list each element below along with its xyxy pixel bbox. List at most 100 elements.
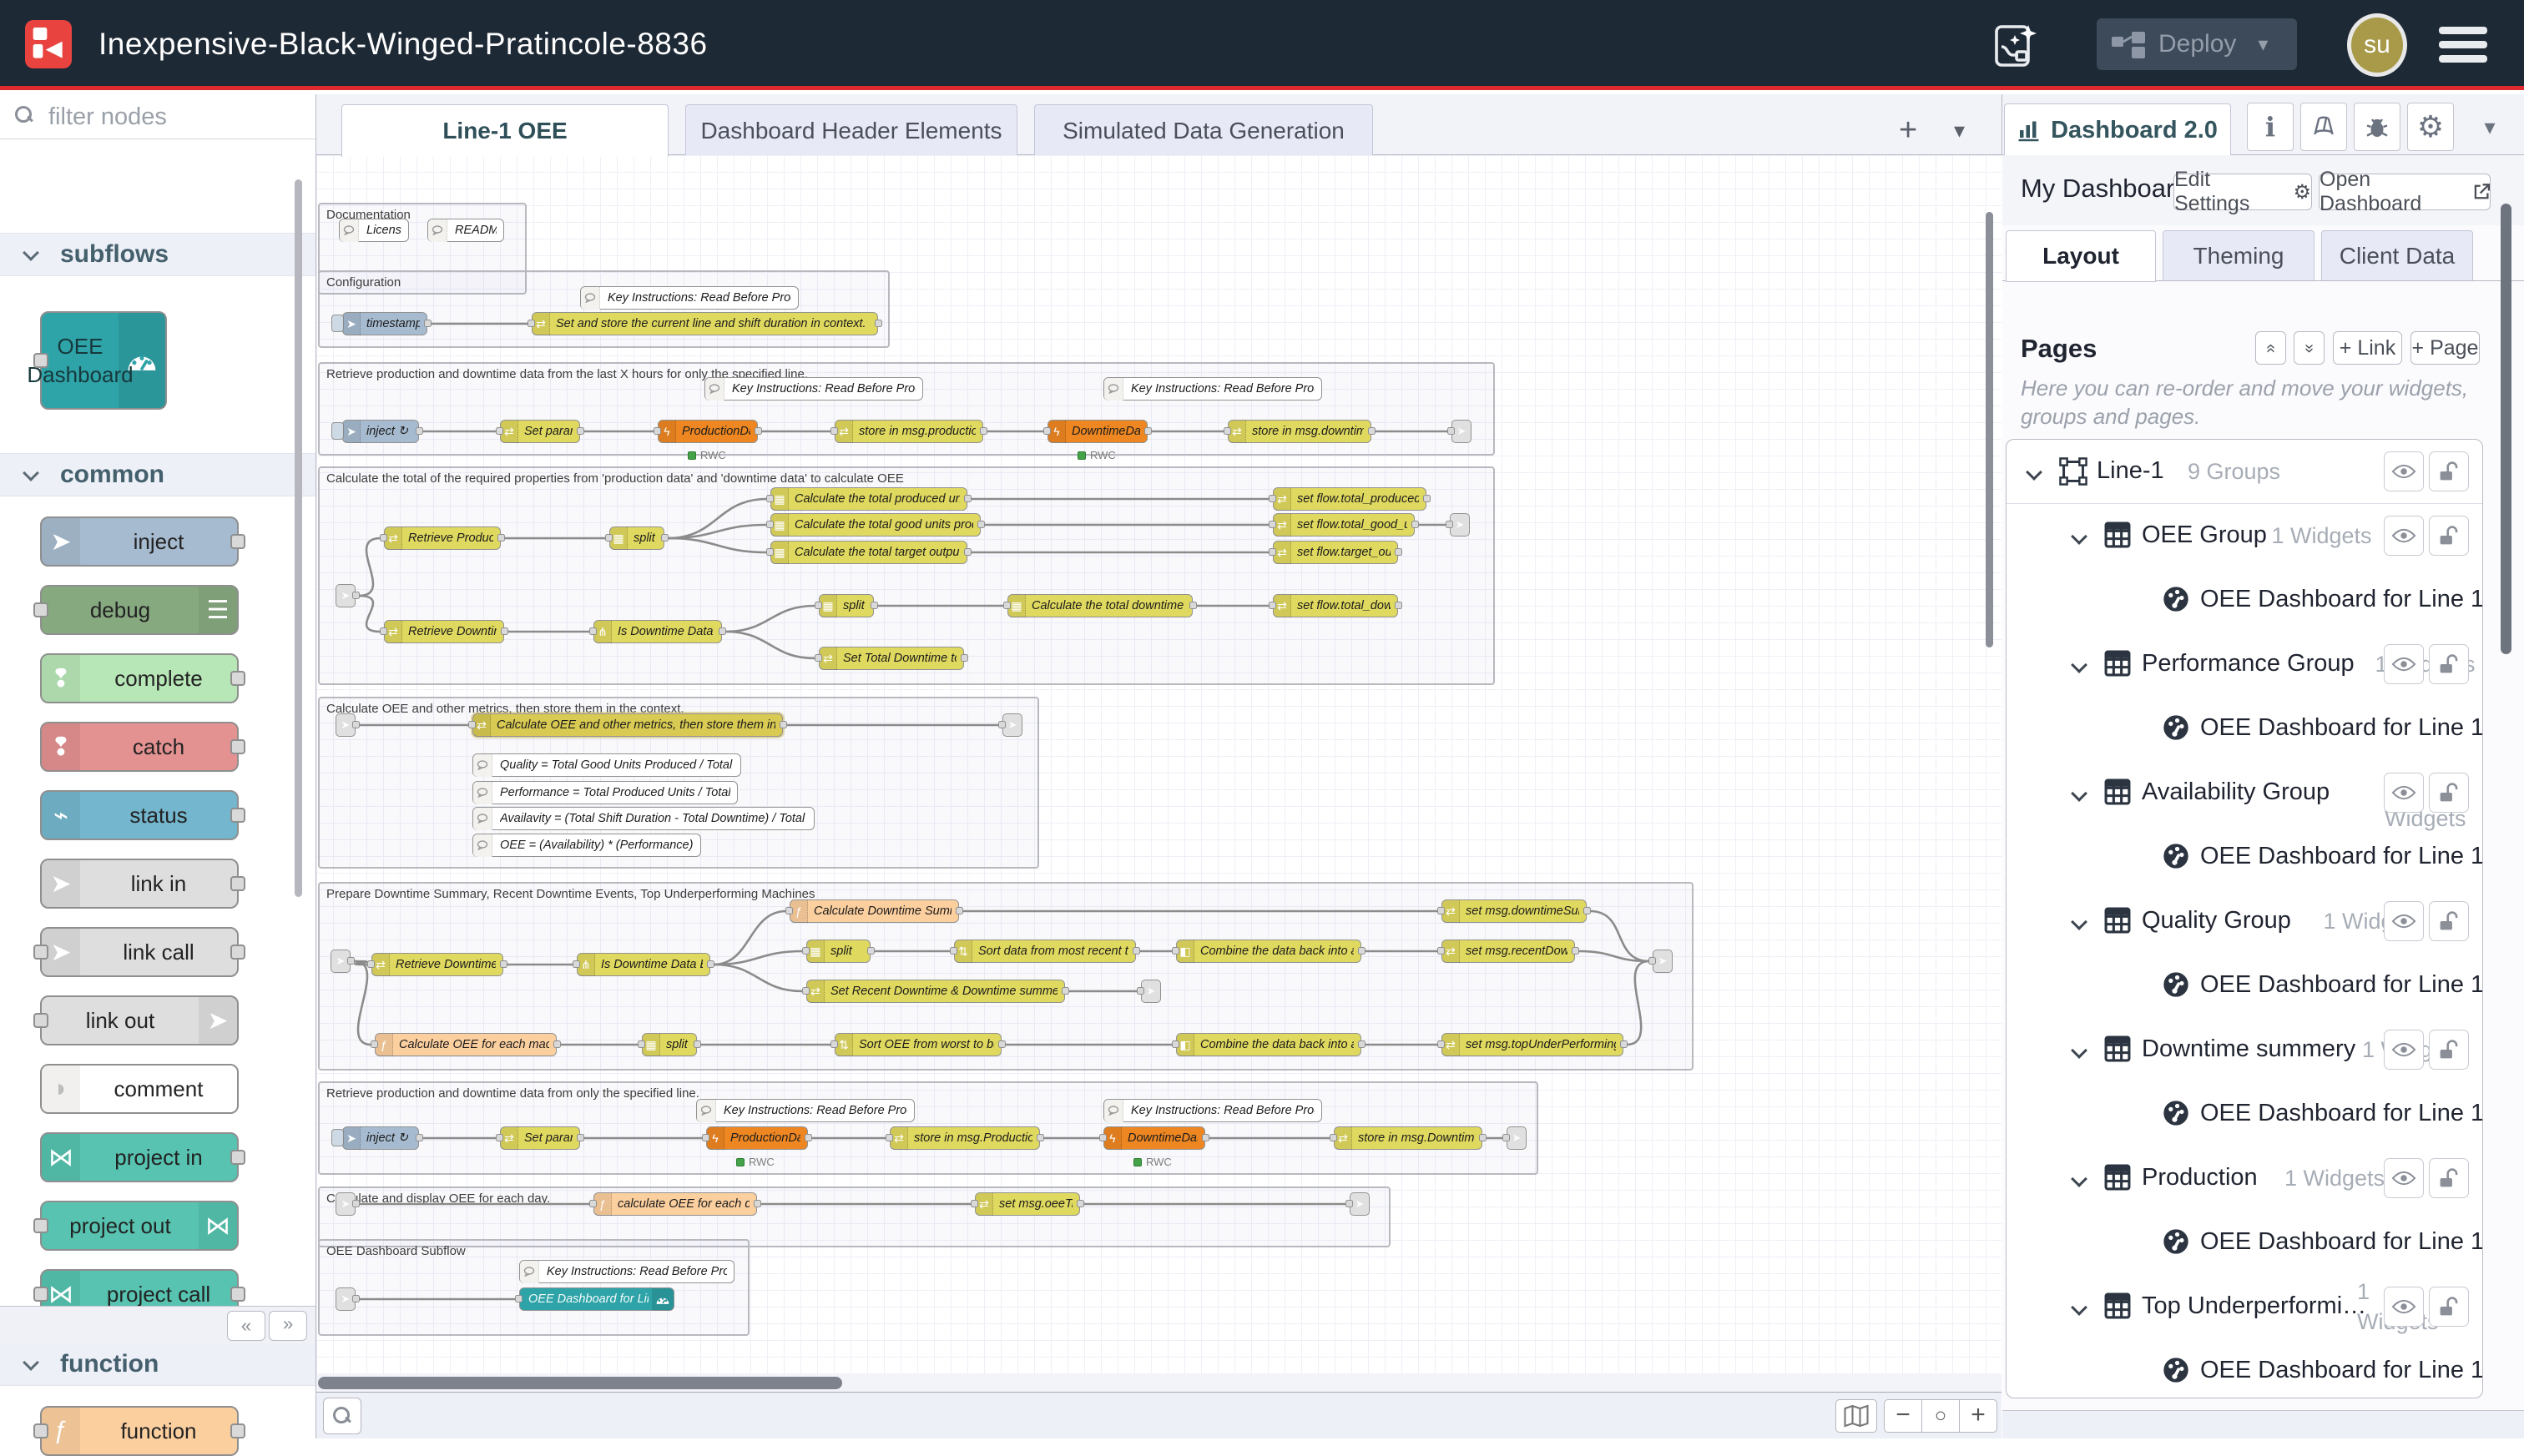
- node-output-port[interactable]: [497, 534, 505, 542]
- node-output-port[interactable]: [998, 1040, 1006, 1048]
- flow-node-function[interactable]: ƒCalculate Downtime Summery: [790, 899, 959, 923]
- node-output-port[interactable]: [424, 320, 432, 327]
- node-input-port[interactable]: [638, 1040, 645, 1048]
- link-out-node[interactable]: ➤: [1002, 713, 1022, 737]
- node-output-port[interactable]: [1583, 907, 1591, 914]
- tree-row-widget-2[interactable]: OEE Dashboard for Line 1: [2007, 568, 2482, 632]
- node-output-port[interactable]: [230, 534, 245, 549]
- flow-node-split[interactable]: ▦split: [819, 594, 874, 617]
- node-input-port[interactable]: [528, 320, 535, 327]
- node-input-port[interactable]: [371, 1040, 378, 1048]
- tree-row-group-11[interactable]: Production1 Widgets: [2007, 1146, 2482, 1211]
- tree-row-group-9[interactable]: Downtime summery1 Widgets: [2007, 1018, 2482, 1082]
- node-input-port[interactable]: [1003, 602, 1011, 609]
- tree-row-widget-6[interactable]: OEE Dashboard for Line 1: [2007, 825, 2482, 889]
- flow-node-change[interactable]: ⇄set flow.target_output: [1273, 541, 1398, 564]
- chevron-down-icon[interactable]: [2071, 528, 2087, 545]
- sidebar-caret-icon[interactable]: ▾: [2466, 103, 2513, 151]
- palette-section-common[interactable]: common: [0, 453, 316, 496]
- node-output-port[interactable]: [501, 627, 508, 635]
- node-output-port[interactable]: [719, 627, 726, 635]
- main-menu-icon[interactable]: [2439, 27, 2491, 63]
- node-input-port[interactable]: [605, 534, 613, 542]
- node-output-port[interactable]: [1620, 1040, 1628, 1048]
- flow-node-change[interactable]: ⇄store in msg.downtime_data: [1228, 420, 1371, 443]
- node-input-port[interactable]: [1269, 602, 1276, 609]
- flow-node-inject[interactable]: ➤inject ↻: [342, 420, 419, 443]
- flow-node-split[interactable]: ▦Calculate the total downtime duration: [1007, 594, 1193, 617]
- debug-sidebar-button[interactable]: [2354, 103, 2400, 151]
- flow-node-split[interactable]: ▦Calculate the total target output of to…: [770, 541, 967, 564]
- palette-filter[interactable]: filter nodes: [0, 94, 316, 139]
- flow-node-comment[interactable]: License: [339, 219, 409, 242]
- flow-node-inject[interactable]: ➤timestamp ↻: [342, 312, 427, 335]
- flow-node-change[interactable]: ⇄set flow.total_produced_units: [1273, 487, 1426, 511]
- flow-node-change[interactable]: ⇄Calculate OEE and other metrics, then s…: [472, 713, 783, 737]
- flow-node-orange[interactable]: ϟProductionData: [658, 420, 758, 443]
- link-in-node[interactable]: ➤: [336, 584, 356, 607]
- node-input-port[interactable]: [702, 1134, 709, 1141]
- lock-toggle-button[interactable]: [2429, 644, 2469, 684]
- node-input-port[interactable]: [1043, 427, 1051, 435]
- visibility-toggle-button[interactable]: [2384, 1158, 2424, 1198]
- node-output-port[interactable]: [230, 1150, 245, 1165]
- node-output-port[interactable]: [661, 534, 669, 542]
- node-input-port[interactable]: [1330, 1134, 1337, 1141]
- node-output-port[interactable]: [230, 1287, 245, 1302]
- palette-node-function[interactable]: ƒfunction: [40, 1406, 239, 1456]
- flow-node-switch[interactable]: ⋔Is Downtime Data Empty?: [577, 953, 710, 976]
- visibility-toggle-button[interactable]: [2384, 773, 2424, 813]
- node-input-port[interactable]: [33, 1423, 48, 1438]
- link-in-node[interactable]: ➤: [336, 1287, 356, 1311]
- node-output-port[interactable]: [694, 1040, 701, 1048]
- node-output-port[interactable]: [1479, 1134, 1487, 1141]
- visibility-toggle-button[interactable]: [2384, 451, 2424, 491]
- node-output-port[interactable]: [230, 808, 245, 823]
- user-avatar[interactable]: su: [2347, 13, 2407, 77]
- tree-row-group-5[interactable]: Availability Group1 Widgets: [2007, 761, 2482, 825]
- node-input-port[interactable]: [33, 602, 48, 617]
- node-input-port[interactable]: [815, 602, 822, 609]
- flow-node-change[interactable]: ⇄store in msg.ProductionData: [890, 1126, 1040, 1150]
- node-input-port[interactable]: [1437, 1040, 1445, 1048]
- node-port[interactable]: [1137, 987, 1144, 995]
- flow-node-comment[interactable]: OEE = (Availability) * (Performance) * (…: [472, 834, 701, 857]
- link-out-node[interactable]: ➤: [1141, 980, 1161, 1003]
- node-output-port[interactable]: [1202, 1134, 1209, 1141]
- flow-node-split[interactable]: ▦split: [609, 526, 664, 550]
- palette-node-inject[interactable]: ➤inject: [40, 516, 239, 567]
- node-port[interactable]: [347, 957, 355, 965]
- node-output-port[interactable]: [977, 521, 985, 528]
- node-output-port[interactable]: [707, 960, 714, 968]
- node-input-port[interactable]: [830, 427, 838, 435]
- tree-row-group-1[interactable]: OEE Group1 Widgets: [2007, 504, 2482, 568]
- flow-node-change[interactable]: ⇄set msg.downtimeSummery: [1441, 899, 1587, 923]
- node-output-port[interactable]: [961, 654, 968, 662]
- flow-node-change[interactable]: ⇄store in msg.production_data: [835, 420, 983, 443]
- node-output-port[interactable]: [230, 945, 245, 960]
- node-output-port[interactable]: [780, 721, 787, 728]
- node-input-port[interactable]: [33, 945, 48, 960]
- node-input-port[interactable]: [830, 1040, 838, 1048]
- flow-node-change[interactable]: ⇄Retrieve Downtime Data: [371, 953, 503, 976]
- node-output-port[interactable]: [553, 1040, 561, 1048]
- canvas-search-button[interactable]: [323, 1398, 361, 1434]
- visibility-toggle-button[interactable]: [2384, 1030, 2424, 1070]
- palette-scrollbar[interactable]: [295, 179, 302, 897]
- chevron-down-icon[interactable]: [2071, 1042, 2087, 1059]
- flow-node-inject[interactable]: ➤inject ↻: [342, 1126, 419, 1150]
- link-out-node[interactable]: ➤: [1451, 420, 1471, 443]
- palette-node-link-out[interactable]: ➤link out: [40, 995, 239, 1045]
- node-input-port[interactable]: [654, 427, 661, 435]
- tab-layout[interactable]: Layout: [2006, 230, 2156, 282]
- zoom-reset-button[interactable]: ○: [1921, 1399, 1960, 1433]
- inject-button[interactable]: [331, 315, 344, 332]
- flow-node-change[interactable]: ⇄Set params: [500, 1126, 580, 1150]
- inject-button[interactable]: [331, 422, 344, 440]
- node-input-port[interactable]: [886, 1134, 893, 1141]
- node-output-port[interactable]: [1572, 947, 1579, 955]
- node-input-port[interactable]: [33, 1287, 48, 1302]
- flow-node-change[interactable]: ⇄Set Total Downtime to 0: [819, 647, 964, 670]
- tree-row-group-7[interactable]: Quality Group1 Widgets: [2007, 889, 2482, 954]
- tree-row-widget-14[interactable]: OEE Dashboard for Line 1: [2007, 1339, 2482, 1398]
